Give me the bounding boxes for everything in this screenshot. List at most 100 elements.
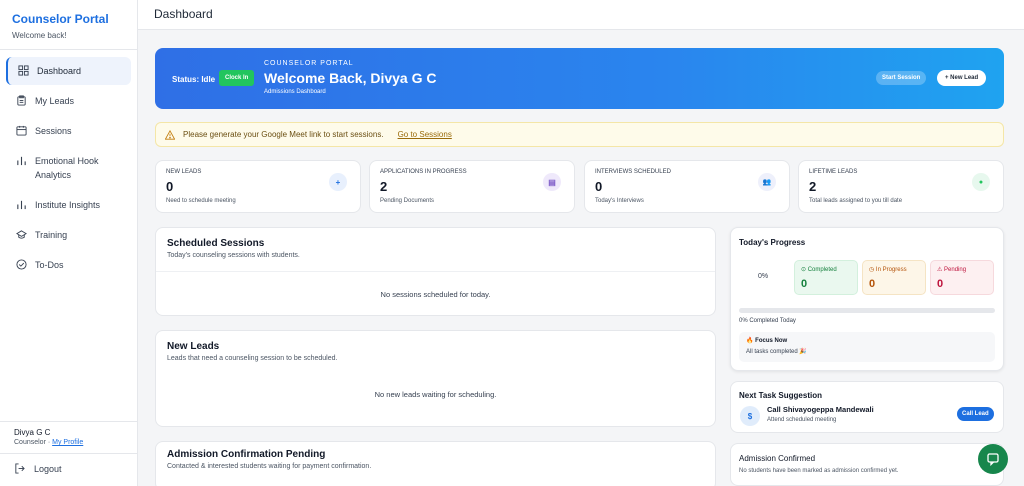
clock-in-button[interactable]: Clock In [219,70,255,86]
logout-button[interactable]: Logout [0,453,137,483]
completed-count: 0 [801,278,808,290]
pending-tile: ⚠ Pending 0 [930,260,994,295]
stat-note: Need to schedule meeting [166,198,236,204]
brand-title: Counselor Portal [12,12,109,26]
welcome-banner: Status: Idle Clock In COUNSELOR PORTAL W… [155,48,1004,109]
sidebar-item-to-dos[interactable]: To-Dos [6,251,131,279]
check-circle-icon [16,259,27,270]
sidebar: Counselor Portal Welcome back! Dashboard… [0,0,138,486]
grid-icon [18,65,29,76]
sidebar-item-label: Dashboard [37,66,82,76]
page-title: Dashboard [154,7,213,21]
status-text: Status: Idle [172,75,216,84]
scheduled-sessions-card: Scheduled Sessions Today's counseling se… [155,227,716,316]
stat-label: LIFETIME LEADS [809,169,858,175]
chat-icon [987,453,999,466]
stat-value: 0 [166,179,174,194]
card-title: Today's Progress [739,238,806,247]
empty-message: No new leads waiting for scheduling. [374,390,497,399]
start-session-button[interactable]: Start Session [876,71,927,85]
dot-icon: ● [972,173,990,191]
logout-label: Logout [34,463,62,474]
call-lead-button[interactable]: Call Lead [957,407,994,421]
stat-card-applications[interactable]: APPLICATIONS IN PROGRESS 2 Pending Docum… [369,160,575,213]
stat-value: 2 [809,179,817,194]
stat-value: 2 [380,179,388,194]
user-box: Divya G C Counselor · My Profile [0,421,137,452]
brand: Counselor Portal Welcome back! [0,0,137,50]
bar-chart-icon [17,156,26,166]
focus-title-text: Focus Now [755,338,788,344]
warning-icon [165,129,175,140]
completed-today-text: 0% Completed Today [739,318,796,324]
in-progress-tile: ◷ In Progress 0 [862,260,926,295]
chat-button[interactable] [978,444,1008,474]
user-name: Divya G C [14,428,51,437]
empty-message: No sessions scheduled for today. [380,290,491,299]
graduation-cap-icon [16,230,27,239]
flame-icon: 🔥 [746,338,754,344]
admission-pending-card: Admission Confirmation Pending Contacted… [155,441,716,486]
focus-title: 🔥 Focus Now [746,337,988,344]
plus-icon: + [329,173,347,191]
task-name: Call Shivayogeppa Mandewali [767,405,874,414]
sidebar-nav: Dashboard My Leads Sessions Emotional Ho… [0,50,137,288]
sidebar-item-label: To-Dos [35,260,64,270]
todays-progress-card: Today's Progress 0% ⊙ Completed 0 ◷ In P… [730,227,1004,371]
sidebar-item-label: Sessions [35,126,72,136]
sidebar-item-emotional-hook-analytics[interactable]: Emotional Hook Analytics [6,147,131,189]
sidebar-item-sessions[interactable]: Sessions [6,117,131,145]
card-subtitle: Today's counseling sessions with student… [167,252,300,259]
stat-note: Today's Interviews [595,198,644,204]
stat-note: Total leads assigned to you till date [809,198,903,204]
task-detail: Attend scheduled meeting [767,417,837,423]
sidebar-item-dashboard[interactable]: Dashboard [6,57,131,85]
pending-label: ⚠ Pending [937,267,967,273]
admission-confirmed-card: Admission Confirmed No students have bee… [730,443,1004,486]
sidebar-item-training[interactable]: Training [6,221,131,249]
my-profile-link[interactable]: My Profile [52,439,83,446]
notice-text: Please generate your Google Meet link to… [183,130,384,139]
stat-label: NEW LEADS [166,169,202,175]
card-subtitle: Leads that need a counseling session to … [167,355,338,362]
go-to-sessions-link[interactable]: Go to Sessions [398,130,452,139]
sidebar-item-label: Institute Insights [35,200,101,210]
progress-bar [739,308,995,313]
new-lead-button[interactable]: + New Lead [937,70,987,86]
stat-card-new-leads[interactable]: NEW LEADS 0 Need to schedule meeting + [155,160,361,213]
stat-card-lifetime-leads[interactable]: LIFETIME LEADS 2 Total leads assigned to… [798,160,1004,213]
sidebar-item-institute-insights[interactable]: Institute Insights [6,191,131,219]
stat-value: 0 [595,179,603,194]
completed-tile: ⊙ Completed 0 [794,260,858,295]
logout-icon [15,463,25,474]
progress-ring-value: 0% [758,273,769,280]
banner-title: Welcome Back, Divya G C [264,70,437,86]
card-title: Next Task Suggestion [739,391,822,400]
top-bar: Dashboard [138,0,1024,30]
bar-chart-icon [17,200,26,210]
calendar-icon [16,125,27,136]
stat-label: INTERVIEWS SCHEDULED [595,169,671,175]
stat-note: Pending Documents [380,198,435,204]
users-icon: 👥 [758,173,776,191]
stat-card-interviews[interactable]: INTERVIEWS SCHEDULED 0 Today's Interview… [584,160,790,213]
meet-link-notice: Please generate your Google Meet link to… [155,122,1004,147]
card-title: Scheduled Sessions [167,238,265,249]
banner-subtitle: Admissions Dashboard [264,89,326,95]
in-progress-count: 0 [869,278,876,290]
clipboard-icon [17,95,26,106]
card-text: No students have been marked as admissio… [739,468,899,474]
next-task-card: Next Task Suggestion $ Call Shivayogeppa… [730,381,1004,433]
brand-subtitle: Welcome back! [12,31,67,40]
card-title: New Leads [167,341,220,352]
user-role: Counselor · My Profile [14,439,123,446]
pending-count: 0 [937,278,944,290]
sidebar-item-my-leads[interactable]: My Leads [6,87,131,115]
document-icon: ▤ [543,173,561,191]
dollar-icon: $ [740,406,760,426]
in-progress-label: ◷ In Progress [869,267,907,273]
in-progress-label-text: In Progress [875,267,907,273]
stat-label: APPLICATIONS IN PROGRESS [380,169,467,175]
new-leads-card: New Leads Leads that need a counseling s… [155,330,716,427]
focus-now-box: 🔥 Focus Now All tasks completed 🎉 [739,332,995,362]
